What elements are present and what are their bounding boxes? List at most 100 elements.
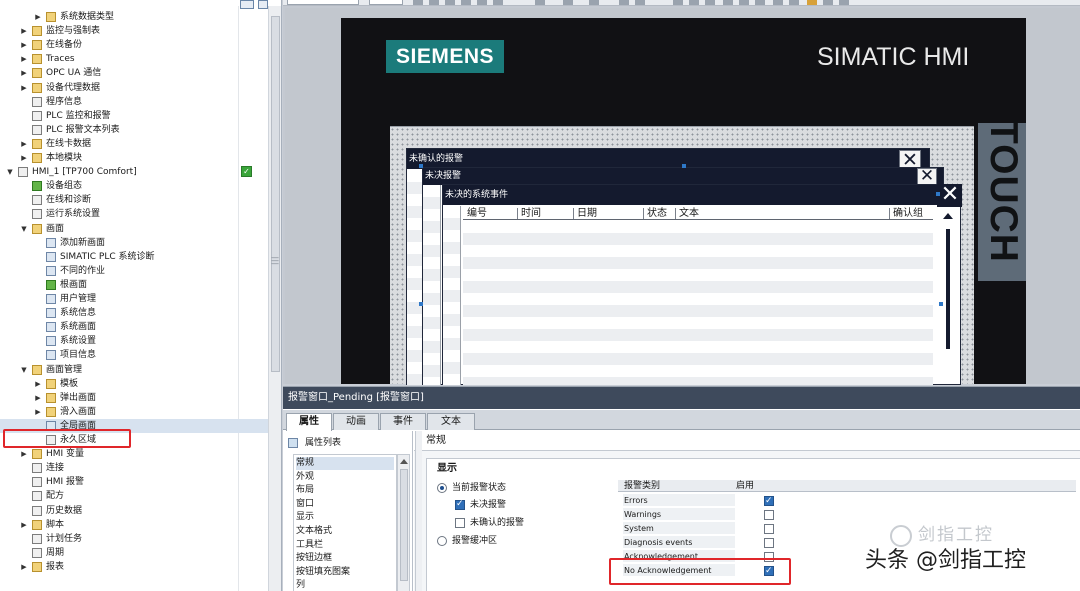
font-size-select[interactable] [369,0,403,5]
tree-item[interactable]: PLC 监控和报警 [0,109,268,123]
alarm-class-row[interactable]: System [618,522,808,536]
tree-item[interactable]: 计划任务 [0,532,268,546]
property-nav-item[interactable]: 文本格式 [296,525,394,538]
tab-texts[interactable]: 文本 [427,413,475,430]
tree-item[interactable]: 不同的作业 [0,264,268,278]
subscript-icon[interactable] [493,0,503,5]
chevron-right-icon[interactable]: ▶ [20,151,28,165]
chevron-right-icon[interactable]: ▶ [20,137,28,151]
distribute-icon[interactable] [773,0,783,5]
enabled-checkbox[interactable] [764,510,774,520]
align-top-icon[interactable] [723,0,733,5]
align-bottom-icon[interactable] [755,0,765,5]
chevron-right-icon[interactable]: ▶ [20,447,28,461]
tree-item[interactable]: SIMATIC PLC 系统诊断 [0,250,268,264]
radio-unselected[interactable] [437,536,447,546]
chevron-right-icon[interactable]: ▶ [20,560,28,574]
chevron-right-icon[interactable]: ▶ [20,52,28,66]
superscript-icon[interactable] [477,0,487,5]
bold-icon[interactable] [413,0,423,5]
alarm-class-row[interactable]: Warnings [618,508,808,522]
enabled-checkbox[interactable] [764,494,774,508]
close-button[interactable]: ✕ [917,167,937,186]
chevron-right-icon[interactable]: ▶ [20,66,28,80]
align-right-icon[interactable] [705,0,715,5]
property-nav-item[interactable]: 窗口 [296,498,394,511]
font-select[interactable] [287,0,359,5]
property-nav-item[interactable]: 显示 [296,511,394,524]
tree-item[interactable]: 设备组态 [0,179,268,193]
layer-icon[interactable] [807,0,817,5]
tree-item[interactable]: ▶ 在线备份 [0,38,268,52]
fill-color-icon[interactable] [563,0,573,5]
tree-item[interactable]: ▶ 脚本 [0,518,268,532]
chevron-down-icon[interactable]: ▼ [20,222,28,236]
property-nav-item[interactable]: 按钮边框 [296,552,394,565]
tree-item[interactable]: ▶ HMI 变量 [0,447,268,461]
checkbox-unchecked[interactable] [455,518,465,528]
chevron-down-icon[interactable]: ▼ [6,165,14,179]
italic-icon[interactable] [429,0,439,5]
radio-alarm-buffer[interactable]: 报警缓冲区 [437,535,587,547]
tree-item[interactable]: 连接 [0,461,268,475]
alarm-class-row[interactable]: Diagnosis events [618,536,808,550]
tree-item[interactable]: ▶ 滑入画面 [0,405,268,419]
tree-item[interactable]: 历史数据 [0,504,268,518]
line-width-icon[interactable] [635,0,645,5]
column-ack-group[interactable]: 确认组 [893,207,923,220]
tree-item[interactable]: ▶ 设备代理数据 [0,81,268,95]
strikethrough-icon[interactable] [461,0,471,5]
chevron-right-icon[interactable]: ▶ [34,10,42,24]
alarm-scrollbar[interactable] [940,207,956,385]
property-nav-item[interactable]: 常规 [296,457,394,470]
chevron-right-icon[interactable]: ▶ [20,518,28,532]
selection-handle[interactable] [419,164,423,168]
selection-handle[interactable] [419,302,423,306]
tree-item[interactable]: 配方 [0,489,268,503]
align-center-icon[interactable] [689,0,699,5]
chevron-right-icon[interactable]: ▶ [34,377,42,391]
selection-handle[interactable] [682,164,686,168]
tree-item[interactable]: ▶ 弹出画面 [0,391,268,405]
tree-item[interactable]: ▼ 画面 [0,222,268,236]
checkbox-unacknowledged-alarms[interactable]: 未确认的报警 [455,517,605,529]
property-list-header[interactable]: 属性列表 [288,436,408,450]
column-text[interactable]: 文本 [679,207,699,220]
tree-item[interactable]: ▶ 模板 [0,377,268,391]
tree-item[interactable]: 运行系统设置 [0,207,268,221]
scroll-thumb[interactable] [400,469,408,581]
selection-handle[interactable] [936,192,940,196]
tree-item[interactable]: 根画面 [0,278,268,292]
scroll-track[interactable] [946,229,950,349]
align-left-icon[interactable] [673,0,683,5]
chevron-right-icon[interactable]: ▶ [20,38,28,52]
text-color-icon[interactable] [535,0,545,5]
property-nav-item[interactable]: 工具栏 [296,539,394,552]
tree-item[interactable]: 系统设置 [0,334,268,348]
chevron-right-icon[interactable]: ▶ [20,81,28,95]
tree-item[interactable]: 添加新画面 [0,236,268,250]
column-time[interactable]: 时间 [521,207,541,220]
radio-current-alarm-state[interactable]: 当前报警状态 [437,482,587,494]
group-icon[interactable] [823,0,833,5]
tree-scrollbar[interactable]: — — — [268,6,281,591]
property-nav-scrollbar[interactable] [397,454,410,591]
tree-item[interactable]: PLC 报警文本列表 [0,123,268,137]
alarm-window-system-events[interactable]: 未决的系统事件 ✕ 编号 时间 日期 状态 文本 确认组 [442,183,962,385]
tab-properties[interactable]: 属性 [286,413,332,431]
property-nav-item[interactable]: 按钮填充图案 [296,566,394,579]
tree-item[interactable]: 系统信息 [0,306,268,320]
underline-icon[interactable] [445,0,455,5]
tab-animations[interactable]: 动画 [333,413,379,430]
tree-item[interactable]: ▼ HMI_1 [TP700 Comfort] [0,165,268,179]
scroll-up-icon[interactable] [400,459,408,464]
enabled-checkbox[interactable] [764,538,774,548]
hmi-screen-area[interactable]: 未确认的报警 ✕ 未决报警 ✕ 未决的系统事件 ✕ 编号 时间 日期 状态 文本… [390,126,974,385]
header-enabled[interactable]: 启用 [736,480,754,492]
tree-item[interactable]: 周期 [0,546,268,560]
header-alarm-class[interactable]: 报警类别 [624,480,660,492]
tree-item[interactable]: ▶ 监控与强制表 [0,24,268,38]
tree-item[interactable]: ▶ 在线卡数据 [0,137,268,151]
checkbox-pending-alarms[interactable]: 未决报警 [455,498,605,511]
enabled-checkbox[interactable] [764,524,774,534]
